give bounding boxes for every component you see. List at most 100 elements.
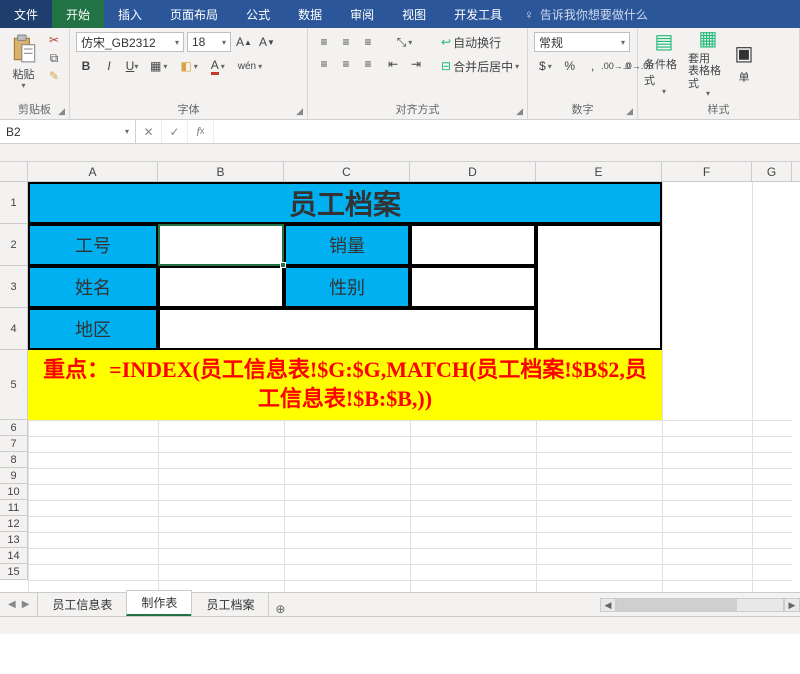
sheet-nav-next-icon[interactable]: ▶ bbox=[22, 599, 30, 610]
font-color-button[interactable]: A▾ bbox=[206, 56, 230, 76]
row-header-4[interactable]: 4 bbox=[0, 308, 28, 350]
tab-formulas[interactable]: 公式 bbox=[232, 0, 284, 28]
fx-icon[interactable]: fx bbox=[188, 120, 214, 143]
cell-c2[interactable]: 销量 bbox=[284, 224, 410, 266]
name-box[interactable]: B2 ▾ bbox=[0, 120, 136, 143]
copy-icon[interactable]: ⧉ bbox=[45, 50, 63, 66]
tab-view[interactable]: 视图 bbox=[388, 0, 440, 28]
row-header-12[interactable]: 12 bbox=[0, 516, 28, 532]
cell-b3[interactable] bbox=[158, 266, 284, 308]
tab-data[interactable]: 数据 bbox=[284, 0, 336, 28]
align-top-icon[interactable]: ≡ bbox=[314, 32, 334, 52]
cell-d2[interactable] bbox=[410, 224, 536, 266]
col-header-a[interactable]: A bbox=[28, 162, 158, 181]
cell-a4[interactable]: 地区 bbox=[28, 308, 158, 350]
sheet-tab-info[interactable]: 员工信息表 bbox=[37, 592, 127, 616]
worksheet-grid[interactable]: A B C D E F G 1 2 3 4 5 6 7 8 9 10 11 12… bbox=[0, 162, 800, 634]
border-button[interactable]: ▦▾ bbox=[145, 56, 172, 76]
percent-format-button[interactable]: % bbox=[560, 56, 580, 76]
row-header-11[interactable]: 11 bbox=[0, 500, 28, 516]
tab-dev[interactable]: 开发工具 bbox=[440, 0, 516, 28]
orientation-button[interactable]: ⤡▾ bbox=[392, 32, 418, 52]
sheet-nav-prev-icon[interactable]: ◀ bbox=[8, 599, 16, 610]
scroll-thumb[interactable] bbox=[617, 599, 737, 611]
increase-decimal-icon[interactable]: .00→.0 bbox=[606, 56, 626, 76]
tell-me-search[interactable]: ♀ 告诉我你想要做什么 bbox=[516, 0, 648, 28]
number-format-select[interactable]: 常规 ▾ bbox=[534, 32, 630, 52]
row-header-15[interactable]: 15 bbox=[0, 564, 28, 580]
dialog-launcher-icon[interactable]: ◢ bbox=[58, 106, 65, 117]
horizontal-scrollbar[interactable]: ◀ ▶ bbox=[600, 594, 800, 616]
col-header-f[interactable]: F bbox=[662, 162, 752, 181]
row-header-6[interactable]: 6 bbox=[0, 420, 28, 436]
align-middle-icon[interactable]: ≡ bbox=[336, 32, 356, 52]
comma-format-button[interactable]: , bbox=[583, 56, 603, 76]
tab-insert[interactable]: 插入 bbox=[104, 0, 156, 28]
align-left-icon[interactable]: ≡ bbox=[314, 54, 334, 74]
align-right-icon[interactable]: ≡ bbox=[358, 54, 378, 74]
fill-color-button[interactable]: ◧▾ bbox=[175, 56, 202, 76]
format-as-table-button[interactable]: ▦ 套用 表格格式 ▾ bbox=[688, 32, 728, 92]
formula-input[interactable] bbox=[214, 120, 800, 143]
row-header-5[interactable]: 5 bbox=[0, 350, 28, 420]
row-header-13[interactable]: 13 bbox=[0, 532, 28, 548]
sheet-tab-archive[interactable]: 员工档案 bbox=[191, 592, 269, 616]
row-header-3[interactable]: 3 bbox=[0, 266, 28, 308]
tab-layout[interactable]: 页面布局 bbox=[156, 0, 232, 28]
col-header-d[interactable]: D bbox=[410, 162, 536, 181]
cancel-formula-icon[interactable]: ✕ bbox=[136, 120, 162, 143]
col-header-b[interactable]: B bbox=[158, 162, 284, 181]
cell-styles-button[interactable]: ▣ 单 bbox=[732, 32, 756, 92]
cell-formula-note[interactable]: 重点：=INDEX(员工信息表!$G:$G,MATCH(员工档案!$B$2,员工… bbox=[28, 350, 662, 420]
decrease-font-icon[interactable]: A▼ bbox=[257, 32, 277, 52]
increase-font-icon[interactable]: A▲ bbox=[234, 32, 254, 52]
cell-a2[interactable]: 工号 bbox=[28, 224, 158, 266]
cell-title[interactable]: 员工档案 bbox=[28, 182, 662, 224]
cell-a3[interactable]: 姓名 bbox=[28, 266, 158, 308]
dialog-launcher-icon[interactable]: ◢ bbox=[296, 106, 303, 117]
col-header-g[interactable]: G bbox=[752, 162, 792, 181]
scroll-right-icon[interactable]: ▶ bbox=[784, 598, 800, 612]
paste-button[interactable]: 粘贴 ▾ bbox=[6, 32, 41, 92]
underline-button[interactable]: U▾ bbox=[122, 56, 142, 76]
col-header-e[interactable]: E bbox=[536, 162, 662, 181]
tab-home[interactable]: 开始 bbox=[52, 0, 104, 28]
align-center-icon[interactable]: ≡ bbox=[336, 54, 356, 74]
tab-review[interactable]: 审阅 bbox=[336, 0, 388, 28]
conditional-format-button[interactable]: ▤ 条件格式 ▾ bbox=[644, 32, 684, 92]
row-header-14[interactable]: 14 bbox=[0, 548, 28, 564]
cut-icon[interactable]: ✂ bbox=[45, 32, 63, 48]
wrap-text-button[interactable]: ↩ 自动换行 bbox=[436, 32, 528, 52]
row-header-7[interactable]: 7 bbox=[0, 436, 28, 452]
dialog-launcher-icon[interactable]: ◢ bbox=[626, 106, 633, 117]
format-painter-icon[interactable]: ✎ bbox=[45, 68, 63, 84]
row-header-2[interactable]: 2 bbox=[0, 224, 28, 266]
align-bottom-icon[interactable]: ≡ bbox=[358, 32, 378, 52]
cell-b2[interactable] bbox=[158, 224, 284, 266]
select-all-corner[interactable] bbox=[0, 162, 28, 181]
cell-photo[interactable] bbox=[536, 224, 662, 350]
dialog-launcher-icon[interactable]: ◢ bbox=[516, 106, 523, 117]
row-header-1[interactable]: 1 bbox=[0, 182, 28, 224]
col-header-c[interactable]: C bbox=[284, 162, 410, 181]
font-name-select[interactable]: 仿宋_GB2312 ▾ bbox=[76, 32, 184, 52]
phonetic-button[interactable]: wén▾ bbox=[233, 56, 267, 76]
accounting-format-button[interactable]: $▾ bbox=[534, 56, 557, 76]
row-header-10[interactable]: 10 bbox=[0, 484, 28, 500]
cell-d3[interactable] bbox=[410, 266, 536, 308]
cell-b4[interactable] bbox=[158, 308, 536, 350]
row-header-9[interactable]: 9 bbox=[0, 468, 28, 484]
cell-c3[interactable]: 性别 bbox=[284, 266, 410, 308]
sheet-tab-make[interactable]: 制作表 bbox=[126, 590, 192, 616]
font-size-select[interactable]: 18 ▾ bbox=[187, 32, 231, 52]
decrease-indent-icon[interactable]: ⇤ bbox=[383, 54, 403, 74]
italic-button[interactable]: I bbox=[99, 56, 119, 76]
row-header-8[interactable]: 8 bbox=[0, 452, 28, 468]
increase-indent-icon[interactable]: ⇥ bbox=[406, 54, 426, 74]
scroll-left-icon[interactable]: ◀ bbox=[600, 598, 616, 612]
formula-bar: B2 ▾ ✕ ✓ fx bbox=[0, 120, 800, 144]
accept-formula-icon[interactable]: ✓ bbox=[162, 120, 188, 143]
bold-button[interactable]: B bbox=[76, 56, 96, 76]
tab-file[interactable]: 文件 bbox=[0, 0, 52, 28]
add-sheet-button[interactable]: ⊕ bbox=[268, 602, 292, 616]
